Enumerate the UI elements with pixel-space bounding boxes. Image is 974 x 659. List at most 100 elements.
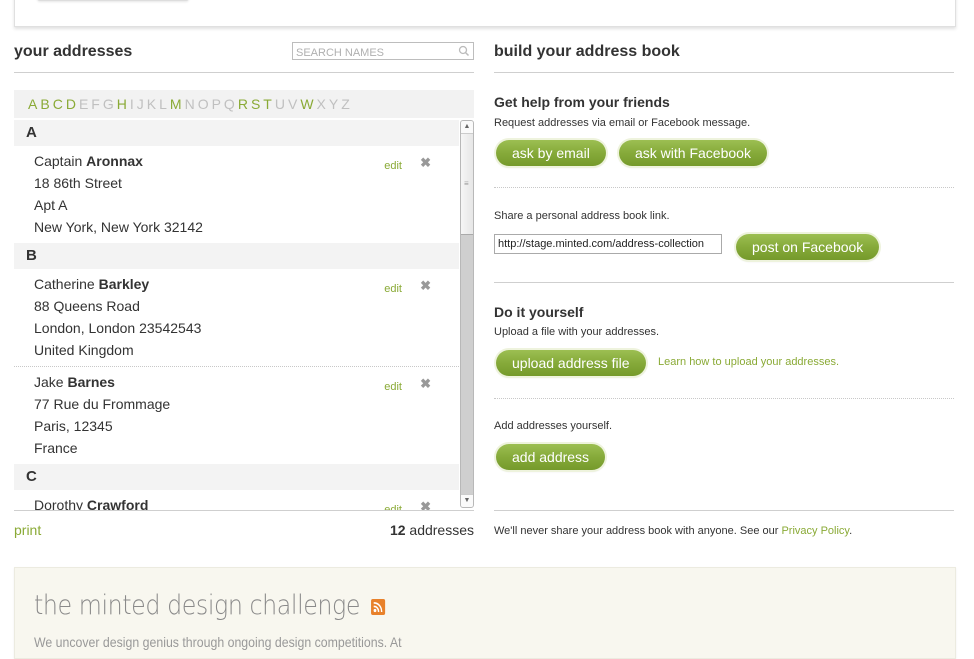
diy-title: Do it yourself xyxy=(494,304,584,320)
alpha-letter-o: O xyxy=(197,96,209,112)
alphabet-filter: ABCDEFGHIJKLMNOPQRSTUVWXYZ xyxy=(14,90,474,118)
privacy-end: . xyxy=(849,525,853,537)
alpha-letter-s[interactable]: S xyxy=(251,90,260,118)
share-url-input[interactable] xyxy=(494,234,722,254)
build-title: build your address book xyxy=(494,43,680,60)
alpha-letter-w[interactable]: W xyxy=(300,90,313,118)
alpha-letter-x: X xyxy=(316,96,326,112)
scroll-thumb[interactable]: ≡ xyxy=(461,134,473,235)
search-box[interactable] xyxy=(292,42,474,61)
alpha-letter-l: L xyxy=(159,96,167,112)
address-line: London, London 23542543 xyxy=(34,320,202,336)
build-address-book-panel: build your address book Get help from yo… xyxy=(494,38,954,537)
ask-with-facebook-button[interactable]: ask with Facebook xyxy=(619,140,767,166)
first-name: Captain xyxy=(34,153,83,169)
address-count-suffix: addresses xyxy=(405,522,474,538)
grip-icon: ≡ xyxy=(464,179,469,188)
group-entries: Captain Aronnax 18 86th Street Apt A New Yo… xyxy=(14,146,459,243)
alpha-letter-t[interactable]: T xyxy=(263,90,272,118)
first-name: Jake xyxy=(34,374,64,390)
alpha-letter-y: Y xyxy=(328,96,339,112)
scroll-down-icon[interactable]: ▼ xyxy=(461,494,473,507)
alpha-letter-a[interactable]: A xyxy=(28,90,37,118)
alpha-letter-m[interactable]: M xyxy=(170,90,182,118)
add-desc: Add addresses yourself. xyxy=(494,420,613,432)
alpha-letter-e: E xyxy=(78,96,89,112)
divider xyxy=(494,187,954,188)
alpha-letter-q: Q xyxy=(223,96,235,112)
edit-link[interactable]: edit xyxy=(384,376,402,398)
address-line: Apt A xyxy=(34,197,68,213)
scroll-up-icon[interactable]: ▲ xyxy=(461,121,473,134)
address-line: France xyxy=(34,440,78,456)
alpha-letter-h[interactable]: H xyxy=(117,90,127,118)
ask-by-email-button[interactable]: ask by email xyxy=(496,140,606,166)
alpha-letter-n: N xyxy=(184,96,195,112)
address-count-number: 12 xyxy=(389,522,406,538)
delete-icon[interactable]: ✖ xyxy=(420,275,431,297)
add-address-button[interactable]: add address xyxy=(496,444,606,470)
alpha-letter-p: P xyxy=(211,96,221,112)
design-challenge-title-text: the minted design challenge xyxy=(34,590,361,621)
group-entries: Dorothy Crawford edit ✖ xyxy=(14,490,459,511)
upload-desc: Upload a file with your addresses. xyxy=(494,326,660,338)
search-input[interactable] xyxy=(293,45,456,61)
edit-link[interactable]: edit xyxy=(384,499,402,510)
friends-title: Get help from your friends xyxy=(494,94,670,110)
your-addresses-title: your addresses xyxy=(14,43,133,60)
list-scrollbar[interactable]: ▲ ≡ ▼ xyxy=(460,120,474,508)
privacy-text: We'll never share your address book with… xyxy=(494,525,782,537)
address-entry: Jake Barnes 77 Rue du Frommage Paris, 1234… xyxy=(14,366,459,464)
design-challenge-title: the minted design challenge xyxy=(34,590,385,621)
divider xyxy=(494,282,954,283)
group-header: B xyxy=(14,243,459,269)
alpha-letter-d[interactable]: D xyxy=(66,90,76,118)
address-line: New York, New York 32142 xyxy=(34,219,203,235)
privacy-note: We'll never share your address book with… xyxy=(494,525,852,537)
delete-icon[interactable]: ✖ xyxy=(420,373,431,395)
alpha-letter-k: K xyxy=(146,96,157,112)
last-name: Barnes xyxy=(67,374,115,390)
alpha-letter-r[interactable]: R xyxy=(238,90,248,118)
post-on-facebook-button[interactable]: post on Facebook xyxy=(736,234,880,260)
alpha-letter-c[interactable]: C xyxy=(53,90,63,118)
print-link[interactable]: print xyxy=(14,522,41,538)
delete-icon[interactable]: ✖ xyxy=(420,152,431,174)
last-name: Crawford xyxy=(86,497,149,511)
upload-address-file-button[interactable]: upload address file xyxy=(496,350,646,376)
last-name: Barkley xyxy=(98,276,150,292)
address-list: A Captain Aronnax 18 86th Street Apt A New Y… xyxy=(14,120,474,511)
design-challenge-text: We uncover design genius through ongoing… xyxy=(34,634,402,650)
edit-link[interactable]: edit xyxy=(384,155,402,177)
friends-desc: Request addresses via email or Facebook … xyxy=(494,117,751,129)
alpha-letter-i: I xyxy=(129,96,134,112)
your-addresses-header: your addresses xyxy=(14,38,474,73)
address-line: Paris, 12345 xyxy=(34,418,113,434)
alpha-letter-z: Z xyxy=(341,96,350,112)
group-header: A xyxy=(14,120,459,146)
top-tab-stub[interactable] xyxy=(37,0,189,1)
search-icon[interactable] xyxy=(458,45,470,57)
address-entry: Dorothy Crawford edit ✖ xyxy=(14,490,459,511)
build-header: build your address book xyxy=(494,38,954,73)
last-name: Aronnax xyxy=(86,153,143,169)
divider xyxy=(494,398,954,399)
alpha-letter-b[interactable]: B xyxy=(40,90,49,118)
address-list-inner: A Captain Aronnax 18 86th Street Apt A New Y… xyxy=(14,120,459,511)
privacy-policy-link[interactable]: Privacy Policy xyxy=(781,525,849,537)
alpha-letter-v: V xyxy=(287,96,298,112)
group-entries: Catherine Barkley 88 Queens Road London, L… xyxy=(14,269,459,464)
top-card xyxy=(14,0,956,27)
address-entry: Catherine Barkley 88 Queens Road London, L… xyxy=(14,269,459,366)
divider xyxy=(494,510,954,511)
rss-icon[interactable] xyxy=(370,598,385,615)
edit-link[interactable]: edit xyxy=(384,278,402,300)
first-name: Catherine xyxy=(34,276,95,292)
delete-icon[interactable]: ✖ xyxy=(420,496,431,510)
design-challenge-panel: the minted design challenge We uncover d… xyxy=(14,567,956,659)
address-line: United Kingdom xyxy=(34,342,134,358)
address-list-footer: print 12 addresses xyxy=(14,522,474,538)
group-header: C xyxy=(14,464,459,490)
alpha-letter-f: F xyxy=(91,96,100,112)
learn-upload-link[interactable]: Learn how to upload your addresses. xyxy=(658,356,839,368)
